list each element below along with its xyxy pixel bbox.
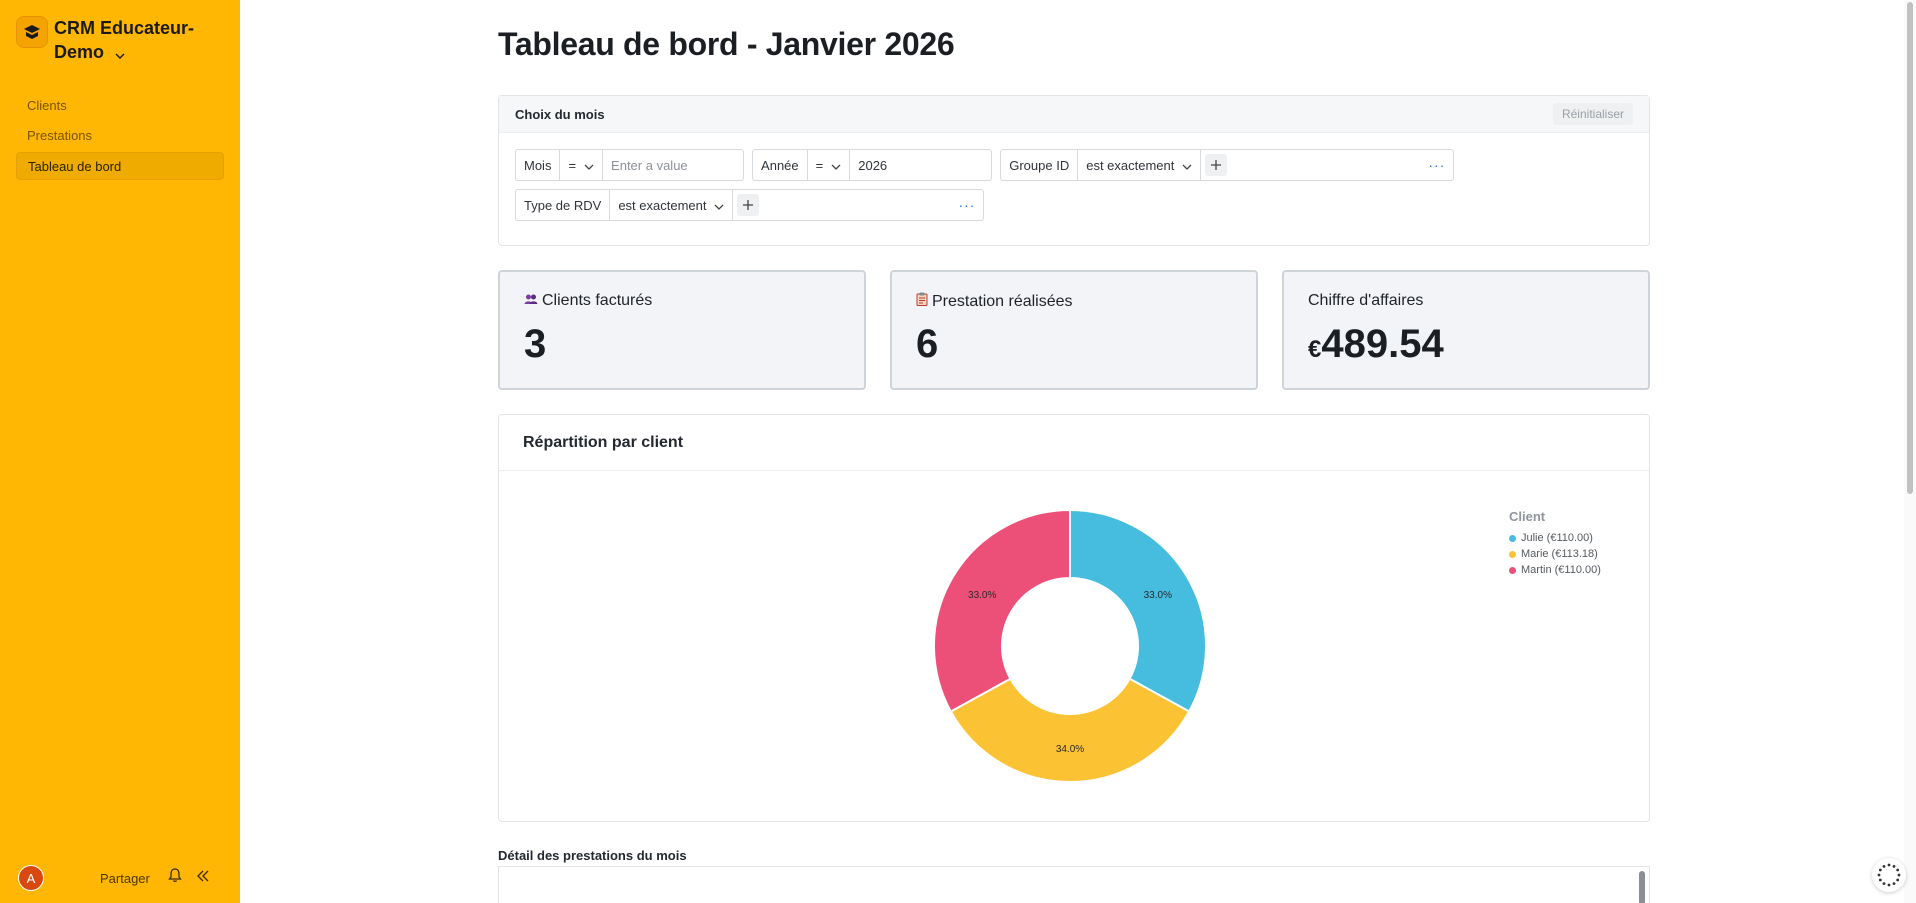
filter-type-rdv-label: Type de RDV [516, 190, 611, 220]
spinner-dot [1877, 873, 1881, 877]
legend-item[interactable]: Martin (€110.00) [1509, 562, 1601, 578]
legend-item[interactable]: Marie (€113.18) [1509, 546, 1601, 562]
legend-dot [1509, 566, 1516, 574]
filter-mois-operator[interactable]: = [560, 150, 604, 180]
slice-data-label: 33.0% [1144, 590, 1172, 601]
sidebar-item-tableau-de-bord[interactable]: Tableau de bord [16, 152, 224, 180]
filter-mois-label: Mois [516, 150, 561, 180]
spinner-dot [1892, 882, 1896, 886]
pie-slice[interactable] [949, 677, 1191, 783]
bell-icon[interactable] [168, 868, 182, 888]
loading-spinner-icon [1872, 858, 1906, 892]
sidebar-nav: Clients Prestations Tableau de bord [16, 92, 224, 182]
share-button[interactable]: Partager [100, 871, 150, 886]
filter-type-rdv: Type de RDV est exactement ··· [515, 189, 985, 221]
detail-section-title: Détail des prestations du mois [498, 848, 687, 863]
chevron-down-icon [115, 41, 125, 65]
stat-card-clients: Clients facturés 3 [498, 270, 866, 390]
filter-groupe-id: Groupe ID est exactement ··· [1000, 149, 1455, 181]
filter-panel: Choix du mois Réinitialiser Mois = Enter… [498, 95, 1650, 246]
stat-clients-value: 3 [524, 322, 547, 366]
filter-annee-input[interactable]: 2026 [850, 150, 991, 180]
scrollbar-thumb[interactable] [1907, 2, 1913, 494]
users-icon [524, 292, 538, 310]
legend-dot [1509, 550, 1516, 558]
app-logo-icon [16, 16, 48, 48]
stat-prestations-label: Prestation réalisées [932, 292, 1073, 310]
sidebar: CRM Educateur-Demo Clients Prestations T… [0, 0, 240, 903]
page-scrollbar[interactable] [1904, 0, 1916, 903]
sidebar-footer: A Partager [18, 864, 228, 892]
chevron-down-icon [584, 158, 594, 173]
stat-ca-currency: € [1308, 336, 1322, 363]
chart-card-repartition: Répartition par client 33.0% 34.0% 33.0% C… [498, 414, 1650, 822]
filter-mois-input[interactable]: Enter a value [603, 150, 743, 180]
pie-slice[interactable] [933, 508, 1071, 713]
add-value-plus-icon[interactable] [737, 194, 760, 216]
slice-data-label: 34.0% [1056, 744, 1084, 755]
spinner-dot [1892, 864, 1896, 868]
legend-item[interactable]: Julie (€110.00) [1509, 530, 1601, 546]
spinner-dot [1896, 878, 1900, 882]
page-title: Tableau de bord - Janvier 2026 [498, 26, 955, 62]
stat-ca-label: Chiffre d'affaires [1308, 292, 1424, 309]
avatar[interactable]: A [18, 865, 44, 891]
filter-groupe-label: Groupe ID [1001, 150, 1079, 180]
chart-legend: Client Julie (€110.00) Marie (€113.18) M… [1509, 509, 1601, 578]
pie-slice[interactable] [1069, 508, 1207, 713]
chevron-down-icon [1182, 158, 1192, 173]
more-options-icon[interactable]: ··· [958, 197, 983, 213]
spinner-dot [1882, 864, 1886, 868]
main-content: Tableau de bord - Janvier 2026 Choix du … [240, 0, 1916, 903]
filter-annee: Année = 2026 [752, 149, 993, 181]
spinner-dot [1878, 868, 1882, 872]
workspace-switcher[interactable]: CRM Educateur-Demo [16, 16, 204, 65]
spinner-dot [1887, 863, 1891, 867]
filter-panel-title: Choix du mois [515, 106, 605, 122]
more-options-icon[interactable]: ··· [1428, 157, 1453, 173]
chevron-down-icon [714, 198, 724, 213]
legend-title: Client [1509, 509, 1546, 524]
stat-card-prestations: Prestation réalisées 6 [890, 270, 1258, 390]
sidebar-item-prestations[interactable]: Prestations [16, 122, 224, 150]
donut-chart: 33.0% 34.0% 33.0% [933, 508, 1207, 783]
detail-table [498, 866, 1650, 903]
filter-groupe-operator[interactable]: est exactement [1078, 150, 1202, 180]
slice-data-label: 33.0% [968, 590, 996, 601]
chevron-down-icon [831, 158, 841, 173]
filter-annee-label: Année [753, 150, 808, 180]
filter-type-rdv-operator[interactable]: est exactement [610, 190, 734, 220]
spinner-dot [1878, 878, 1882, 882]
stat-card-chiffre-affaires: Chiffre d'affaires €489.54 [1282, 270, 1650, 390]
spinner-dot [1887, 883, 1891, 887]
reset-button[interactable]: Réinitialiser [1552, 103, 1633, 125]
stat-prestations-value: 6 [916, 322, 939, 366]
collapse-sidebar-icon[interactable] [196, 869, 210, 887]
table-scrollbar[interactable] [1639, 871, 1645, 903]
spinner-dot [1882, 882, 1886, 886]
spinner-dot [1896, 868, 1900, 872]
sidebar-item-clients[interactable]: Clients [16, 92, 224, 120]
filter-mois: Mois = Enter a value [515, 149, 745, 181]
spinner-dot [1897, 873, 1901, 877]
stat-clients-label: Clients facturés [542, 292, 653, 309]
legend-dot [1509, 534, 1516, 542]
filter-annee-operator[interactable]: = [808, 150, 851, 180]
stat-ca-value: 489.54 [1321, 322, 1444, 366]
add-value-plus-icon[interactable] [1205, 154, 1228, 176]
clipboard-icon [916, 292, 928, 311]
